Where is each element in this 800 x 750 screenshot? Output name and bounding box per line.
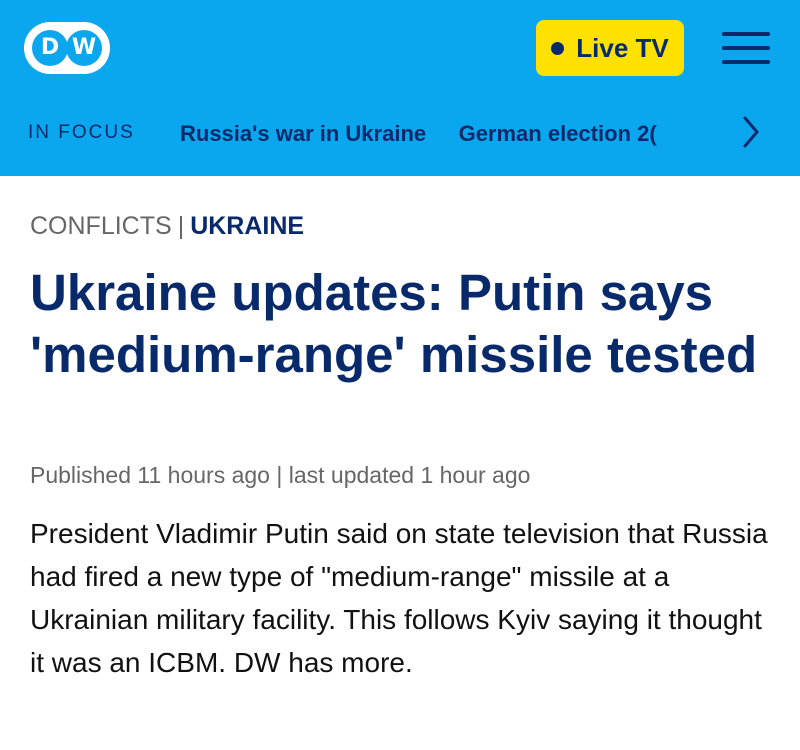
site-header: D W Live TV IN FOCUS Russia's war in Ukr…	[0, 0, 800, 176]
article-headline: Ukraine updates: Putin says 'medium-rang…	[30, 264, 758, 383]
logo-letter-w: W	[66, 30, 102, 66]
article-lede: President Vladimir Putin said on state t…	[30, 518, 768, 678]
in-focus-bar: IN FOCUS Russia's war in Ukraine German …	[0, 102, 800, 166]
chevron-right-icon[interactable]	[740, 112, 762, 152]
live-tv-label: Live TV	[576, 32, 669, 63]
in-focus-links: Russia's war in Ukraine German election …	[180, 102, 712, 166]
breadcrumb-ukraine[interactable]: UKRAINE	[190, 212, 304, 240]
dw-logo[interactable]: D W	[24, 22, 110, 74]
focus-link-russia-ukraine-war[interactable]: Russia's war in Ukraine	[180, 102, 426, 166]
in-focus-label: IN FOCUS	[28, 122, 135, 143]
breadcrumb-conflicts[interactable]: CONFLICTS	[30, 212, 172, 240]
focus-link-german-election[interactable]: German election 2(	[459, 102, 657, 166]
publish-info: Published 11 hours ago | last updated 1 …	[30, 462, 531, 488]
live-tv-button[interactable]: Live TV	[536, 20, 684, 76]
logo-letter-d: D	[32, 30, 68, 66]
hamburger-menu-icon[interactable]	[722, 28, 770, 68]
live-dot-icon	[551, 41, 565, 55]
breadcrumb: CONFLICTS | UKRAINE	[30, 212, 304, 241]
breadcrumb-separator: |	[177, 212, 185, 240]
